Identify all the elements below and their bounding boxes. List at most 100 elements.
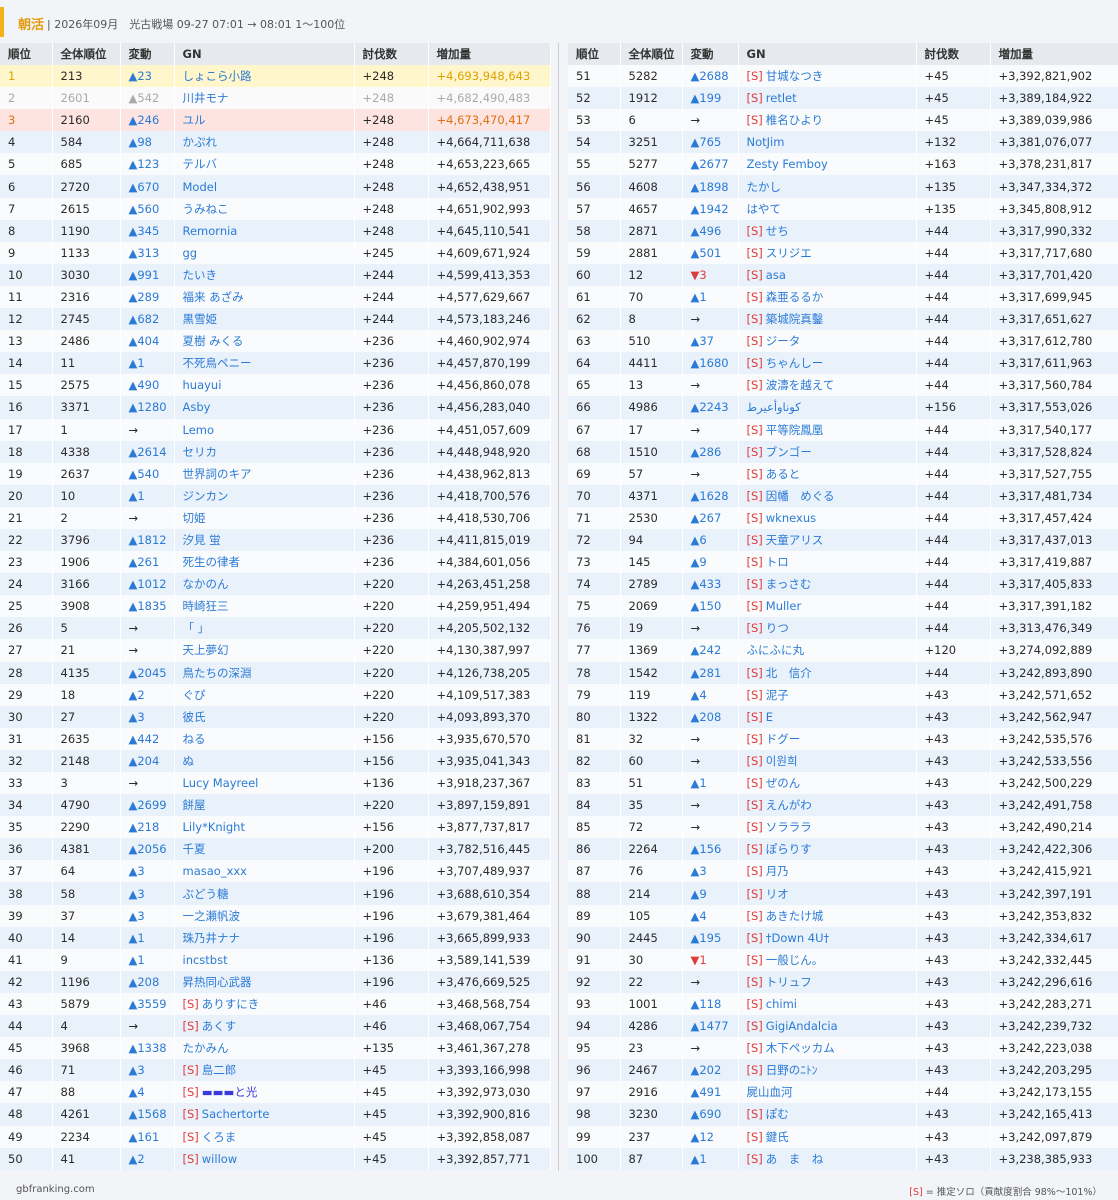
gn-cell[interactable]: はやて	[738, 197, 917, 220]
gn-cell[interactable]: ぶどう糖	[174, 882, 355, 905]
gn-name[interactable]: 森亜るるか	[766, 290, 824, 304]
col-header-overall-rank[interactable]: 全体順位	[620, 43, 683, 65]
gn-cell[interactable]: 切姫	[174, 506, 355, 529]
gn-cell[interactable]: ユル	[174, 109, 355, 132]
gn-cell[interactable]: [S] ぜのん	[738, 772, 917, 795]
gn-name[interactable]: あくす	[202, 1019, 237, 1033]
gn-cell[interactable]: Model	[174, 175, 355, 198]
gn-name[interactable]: 島二郎	[202, 1063, 237, 1077]
gn-cell[interactable]: うみねこ	[174, 197, 355, 220]
gn-name[interactable]: 昇热同心武器	[183, 975, 252, 989]
gn-name[interactable]: 不死鳥ペニー	[183, 356, 252, 370]
gn-name[interactable]: Remornia	[183, 224, 238, 238]
gn-name[interactable]: NotJim	[747, 135, 785, 149]
gn-name[interactable]: Muller	[766, 599, 801, 613]
gn-name[interactable]: テルバ	[183, 157, 218, 171]
gn-cell[interactable]: 世界詞のキア	[174, 462, 355, 485]
gn-cell[interactable]: ジンカン	[174, 484, 355, 507]
gn-cell[interactable]: ぐぴ	[174, 683, 355, 706]
gn-cell[interactable]: [S] ジータ	[738, 330, 917, 353]
gn-name[interactable]: せち	[766, 224, 789, 238]
gn-name[interactable]: willow	[202, 1152, 237, 1166]
gn-name[interactable]: スリジエ	[766, 246, 812, 260]
gn-name[interactable]: 世界詞のキア	[183, 467, 252, 481]
gn-name[interactable]: 時崎狂三	[183, 599, 229, 613]
gn-cell[interactable]: [S] retlet	[738, 87, 917, 110]
col-header-kills[interactable]: 討伐数	[916, 43, 991, 65]
gn-name[interactable]: 甘城なつき	[766, 69, 824, 83]
gn-cell[interactable]: [S] 波濤を越えて	[738, 374, 917, 397]
gn-cell[interactable]: [S] ドグー	[738, 727, 917, 750]
gn-name[interactable]: GigiAndalcia	[766, 1019, 838, 1033]
gn-cell[interactable]: [S] 天童アリス	[738, 528, 917, 552]
gn-cell[interactable]: 「 」	[174, 617, 355, 640]
gn-name[interactable]: 切姫	[183, 511, 206, 525]
site-name[interactable]: gbfranking.com	[16, 1184, 95, 1195]
gn-cell[interactable]: 不死鳥ペニー	[174, 352, 355, 375]
gn-cell[interactable]: 福来 あざみ	[174, 285, 355, 309]
gn-cell[interactable]: なかのん	[174, 573, 355, 596]
gn-cell[interactable]: [S] †Down 4U†	[738, 926, 917, 949]
gn-cell[interactable]: [S] 因幡 めぐる	[738, 484, 917, 507]
gn-name[interactable]: 日野のﾆﾄﾝ	[766, 1063, 818, 1077]
gn-cell[interactable]: [S] 甘城なつき	[738, 65, 917, 88]
gn-cell[interactable]: 夏樹 みくる	[174, 330, 355, 353]
gn-name[interactable]: あきたけ城	[766, 909, 824, 923]
gn-name[interactable]: 木下ペッカム	[766, 1041, 835, 1055]
gn-cell[interactable]: しょこら小路	[174, 65, 355, 88]
gn-cell[interactable]: [S] くろま	[174, 1125, 355, 1148]
gn-cell[interactable]: [S] asa	[738, 263, 917, 286]
gn-name[interactable]: 千夏	[183, 842, 206, 856]
gn-cell[interactable]: [S] 月乃	[738, 860, 917, 883]
gn-name[interactable]: masao_xxx	[183, 864, 248, 878]
gn-name[interactable]: ぬ	[183, 754, 195, 768]
gn-cell[interactable]: [S] 森亜るるか	[738, 285, 917, 309]
col-header-rank[interactable]: 順位	[0, 43, 53, 65]
gn-name[interactable]: asa	[766, 268, 786, 282]
gn-cell[interactable]: [S] 築城院真鑿	[738, 308, 917, 331]
gn-name[interactable]: 鳥たちの深淵	[183, 666, 252, 680]
gn-cell[interactable]: かぷれ	[174, 131, 355, 154]
col-header-gn[interactable]: GN	[738, 43, 917, 65]
gn-cell[interactable]: 鳥たちの深淵	[174, 661, 355, 684]
gn-cell[interactable]: たかし	[738, 175, 917, 198]
gn-cell[interactable]: [S] トリュフ	[738, 970, 917, 993]
gn-cell[interactable]: [S] 一般じん。	[738, 948, 917, 971]
col-header-change[interactable]: 変動	[682, 43, 739, 65]
gn-cell[interactable]: [S] せち	[738, 219, 917, 242]
gn-cell[interactable]: 黒雪姫	[174, 308, 355, 331]
gn-name[interactable]: ドグー	[766, 732, 801, 746]
gn-cell[interactable]: [S] 椎名ひより	[738, 109, 917, 132]
gn-cell[interactable]: 千夏	[174, 838, 355, 861]
gn-name[interactable]: リオ	[766, 887, 789, 901]
gn-cell[interactable]: 死生の律者	[174, 551, 355, 574]
gn-name[interactable]: 餅屋	[183, 798, 206, 812]
gn-name[interactable]: wknexus	[766, 511, 816, 525]
gn-name[interactable]: ぐぴ	[183, 688, 206, 702]
gn-name[interactable]: 彼氏	[183, 710, 206, 724]
gn-name[interactable]: りつ	[766, 621, 789, 635]
gn-cell[interactable]: [S] GigiAndalcia	[738, 1015, 917, 1038]
gn-cell[interactable]: 餅屋	[174, 794, 355, 817]
gn-name[interactable]: 死生の律者	[183, 555, 241, 569]
gn-name[interactable]: 夏樹 みくる	[183, 334, 244, 348]
gn-name[interactable]: Lily*Knight	[183, 820, 245, 834]
gn-name[interactable]: 「 」	[183, 621, 210, 635]
gn-name[interactable]: うみねこ	[183, 202, 229, 216]
gn-cell[interactable]: [S] あると	[738, 462, 917, 485]
gn-name[interactable]: ふにふに丸	[747, 643, 805, 657]
col-header-overall-rank[interactable]: 全体順位	[52, 43, 121, 65]
gn-name[interactable]: chimi	[766, 997, 797, 1011]
gn-cell[interactable]: huayui	[174, 374, 355, 397]
gn-name[interactable]: 波濤を越えて	[766, 378, 834, 392]
gn-cell[interactable]: 川井モナ	[174, 87, 355, 110]
col-header-gain[interactable]: 増加量	[990, 43, 1118, 65]
gn-name[interactable]: 天童アリス	[766, 533, 824, 547]
gn-name[interactable]: كوناوأعيرط	[747, 400, 801, 414]
gn-name[interactable]: ▬▬▬と光	[202, 1085, 258, 1099]
gn-cell[interactable]: [S] トロ	[738, 551, 917, 574]
gn-name[interactable]: あると	[766, 467, 801, 481]
gn-cell[interactable]: [S] 泥子	[738, 683, 917, 706]
gn-name[interactable]: 川井モナ	[183, 91, 229, 105]
gn-name[interactable]: 天上夢幻	[183, 643, 229, 657]
